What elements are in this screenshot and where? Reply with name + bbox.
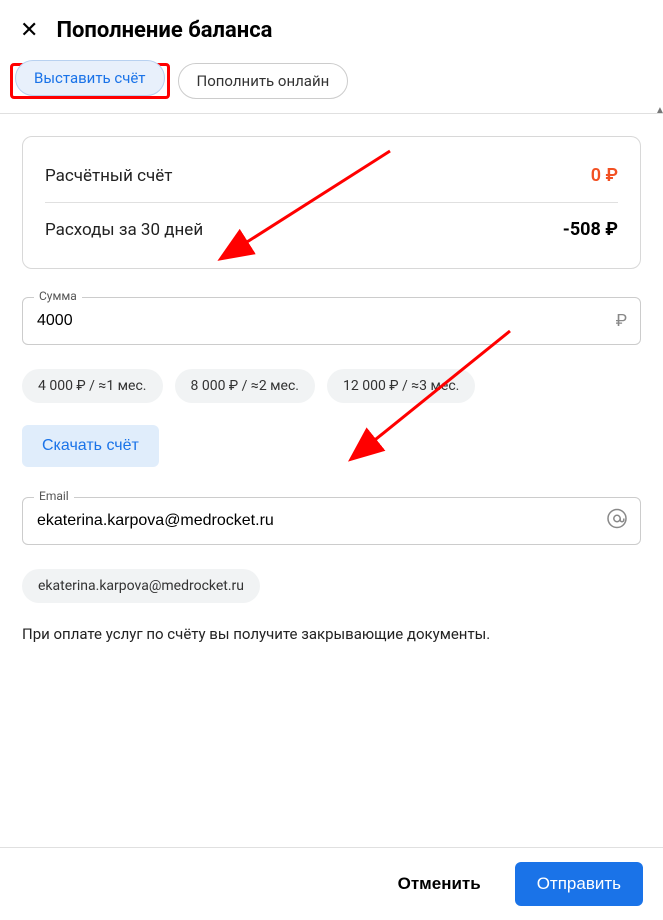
account-row: Расчётный счёт 0 ₽ — [45, 157, 618, 203]
divider — [0, 113, 663, 114]
close-icon[interactable]: ✕ — [20, 20, 38, 42]
scroll-up-icon[interactable]: ▲ — [655, 106, 663, 116]
content-area: Расчётный счёт 0 ₽ Расходы за 30 дней -5… — [0, 116, 663, 864]
amount-input-group: Сумма ₽ — [22, 297, 641, 345]
expense-row: Расходы за 30 дней -508 ₽ — [45, 211, 618, 248]
info-text: При оплате услуг по счёту вы получите за… — [22, 625, 641, 643]
expense-value: -508 ₽ — [563, 219, 618, 240]
header: ✕ Пополнение баланса — [0, 0, 663, 55]
page-title: Пополнение баланса — [56, 18, 272, 43]
email-label: Email — [34, 489, 74, 503]
highlight-box: Выставить счёт — [10, 63, 170, 99]
email-input[interactable] — [22, 497, 641, 545]
preset-chip-1[interactable]: 4 000 ₽ / ≈1 мес. — [22, 369, 163, 403]
account-value: 0 ₽ — [591, 165, 618, 186]
ruble-icon: ₽ — [616, 311, 627, 331]
footer: Отменить Отправить — [0, 847, 663, 920]
expense-label: Расходы за 30 дней — [45, 220, 203, 240]
email-suggestion-chip[interactable]: ekaterina.karpova@medrocket.ru — [22, 569, 260, 603]
download-invoice-button[interactable]: Скачать счёт — [22, 425, 159, 467]
tab-online[interactable]: Пополнить онлайн — [178, 63, 349, 99]
amount-label: Сумма — [34, 289, 82, 303]
amount-presets: 4 000 ₽ / ≈1 мес. 8 000 ₽ / ≈2 мес. 12 0… — [22, 369, 641, 403]
submit-button[interactable]: Отправить — [515, 862, 643, 906]
preset-chip-2[interactable]: 8 000 ₽ / ≈2 мес. — [175, 369, 316, 403]
scrollbar[interactable]: ▲ — [655, 106, 663, 858]
amount-input[interactable] — [22, 297, 641, 345]
tabs: Выставить счёт Пополнить онлайн — [0, 55, 663, 113]
at-icon — [607, 509, 627, 534]
email-input-group: Email — [22, 497, 641, 545]
cancel-button[interactable]: Отменить — [380, 864, 499, 904]
account-label: Расчётный счёт — [45, 166, 172, 186]
balance-card: Расчётный счёт 0 ₽ Расходы за 30 дней -5… — [22, 136, 641, 269]
preset-chip-3[interactable]: 12 000 ₽ / ≈3 мес. — [327, 369, 475, 403]
tab-invoice[interactable]: Выставить счёт — [15, 60, 165, 96]
